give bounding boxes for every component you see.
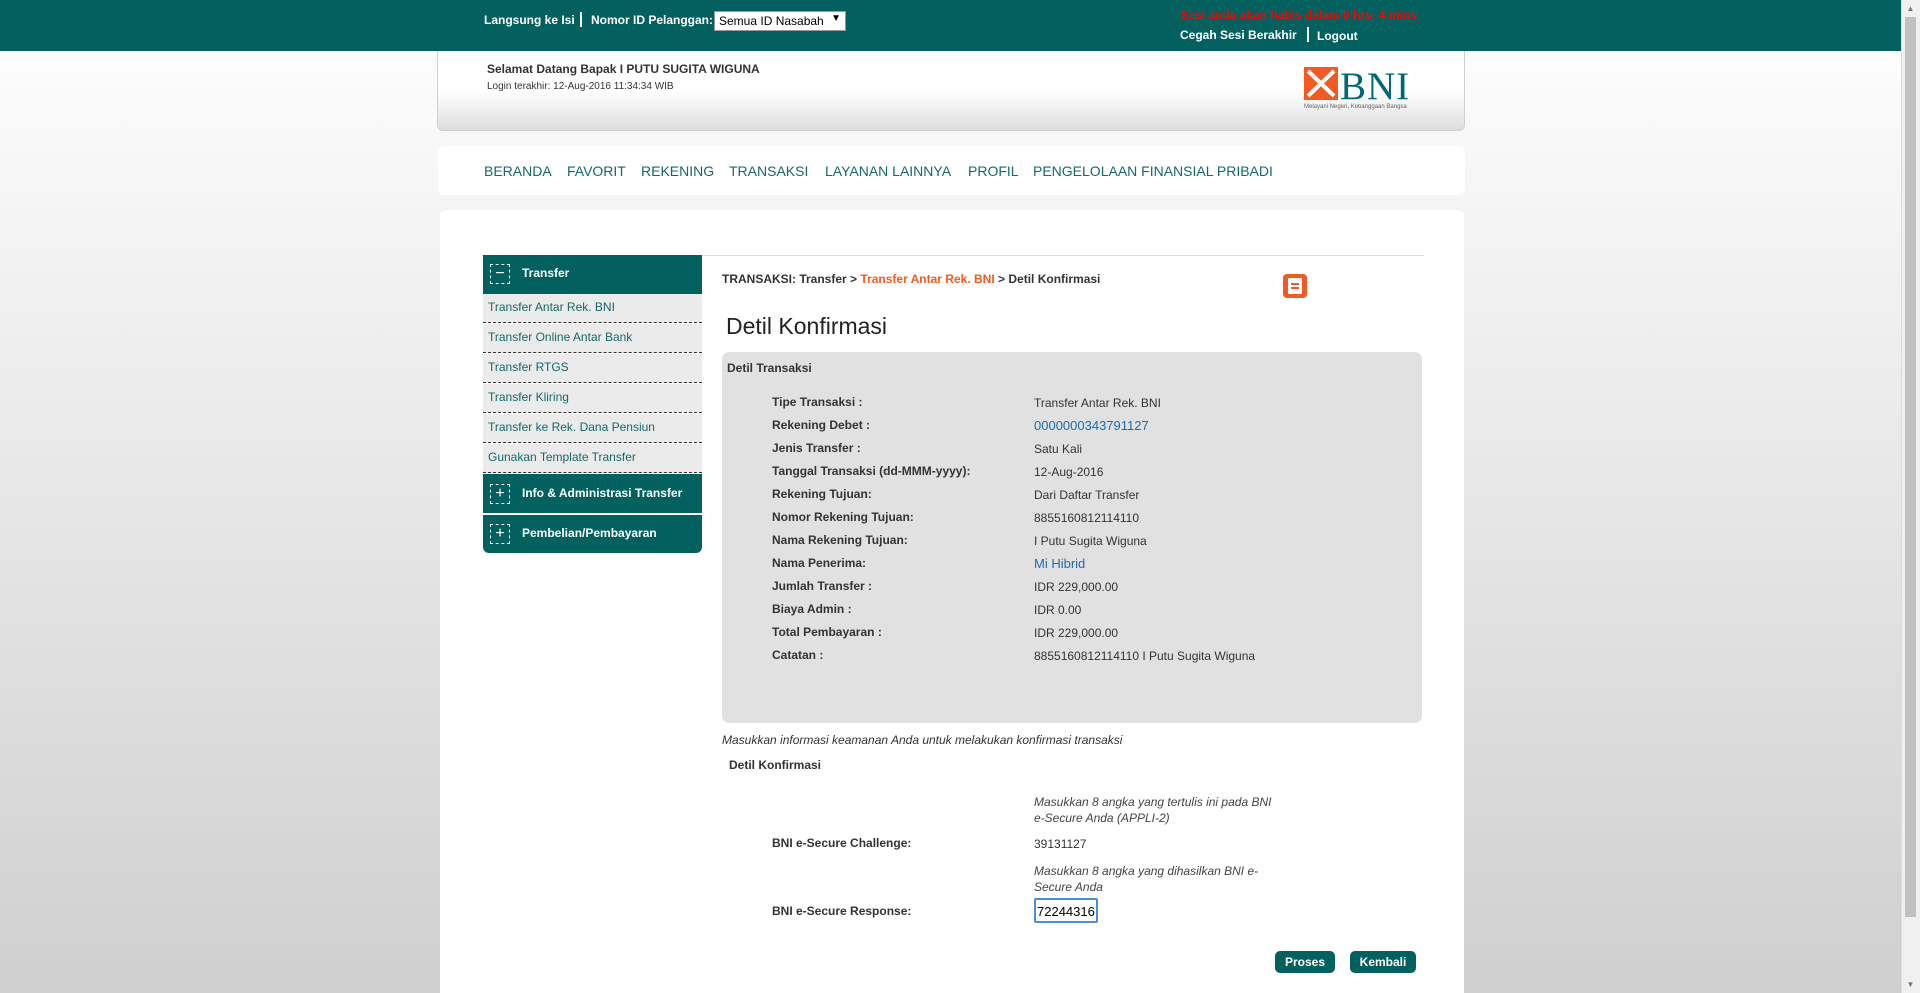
breadcrumb-transfer-antar-rek[interactable]: Transfer Antar Rek. BNI (860, 272, 994, 286)
main-content-card: − Transfer Transfer Antar Rek. BNI Trans… (440, 210, 1464, 993)
value-jumlah-transfer: IDR 229,000.00 (1034, 580, 1119, 594)
label-jumlah-transfer: Jumlah Transfer : (772, 579, 873, 593)
divider (580, 12, 582, 27)
security-section-title: Detil Konfirmasi (729, 758, 822, 772)
scroll-up-arrow-icon[interactable]: ▲ (1902, 0, 1919, 17)
print-line (1291, 287, 1299, 289)
main-nav: BERANDA FAVORIT REKENING TRANSAKSI LAYAN… (438, 146, 1465, 195)
breadcrumb-current: Detil Konfirmasi (1008, 272, 1101, 286)
value-nama-rekening-tujuan: I Putu Sugita Wiguna (1034, 534, 1147, 548)
label-tanggal-transaksi: Tanggal Transaksi (dd-MMM-yyyy): (772, 464, 971, 478)
scrollbar-thumb[interactable] (1905, 17, 1916, 917)
last-login-text: Login terakhir: 12-Aug-2016 11:34:34 WIB (487, 81, 674, 92)
label-tipe-transaksi: Tipe Transaksi : (772, 395, 863, 409)
plus-box-icon: + (490, 484, 510, 504)
nav-profil[interactable]: PROFIL (968, 163, 1019, 179)
nav-pengelolaan-finansial[interactable]: PENGELOLAAN FINANSIAL PRIBADI (1033, 163, 1273, 179)
dropdown-arrow-icon: ▼ (831, 13, 841, 24)
logout-link[interactable]: Logout (1317, 29, 1358, 43)
customer-id-label: Nomor ID Pelanggan: (591, 13, 714, 27)
value-catatan: 8855160812114110 I Putu Sugita Wiguna (1034, 649, 1256, 663)
sidebar-item-transfer-rtgs[interactable]: Transfer RTGS (483, 354, 702, 383)
top-bar: Langsung ke Isi Nomor ID Pelanggan: Semu… (0, 0, 1902, 51)
value-biaya-admin: IDR 0.00 (1034, 603, 1082, 617)
value-rekening-debet-link[interactable]: 0000000343791127 (1034, 418, 1149, 433)
print-icon[interactable] (1283, 274, 1307, 298)
nav-favorit[interactable]: FAVORIT (567, 163, 626, 179)
value-total-pembayaran: IDR 229,000.00 (1034, 626, 1119, 640)
label-rekening-tujuan: Rekening Tujuan: (772, 487, 872, 501)
response-hint: Masukkan 8 angka yang dihasilkan BNI e-S… (1034, 864, 1259, 894)
kembali-button[interactable]: Kembali (1350, 951, 1416, 973)
welcome-text: Selamat Datang Bapak I PUTU SUGITA WIGUN… (487, 62, 760, 76)
customer-id-selected: Semua ID Nasabah (719, 14, 824, 28)
value-nomor-rekening-tujuan: 8855160812114110 (1034, 511, 1139, 525)
value-tanggal-transaksi: 12-Aug-2016 (1034, 465, 1104, 479)
sidebar-info-admin-header[interactable]: + Info & Administrasi Transfer (483, 474, 702, 513)
header-card: Selamat Datang Bapak I PUTU SUGITA WIGUN… (437, 51, 1465, 131)
prevent-session-end-link[interactable]: Cegah Sesi Berakhir (1180, 28, 1297, 42)
bni-logo-tagline: Melayani Negeri, Kebanggaan Bangsa (1304, 104, 1407, 110)
label-response: BNI e-Secure Response: (772, 904, 912, 918)
print-line (1291, 283, 1299, 285)
quick-fill-link[interactable]: Langsung ke Isi (484, 13, 575, 27)
bni-logo-text: BNI (1340, 65, 1411, 108)
label-total-pembayaran: Total Pembayaran : (772, 625, 882, 639)
value-challenge: 39131127 (1034, 837, 1087, 851)
customer-id-select[interactable]: Semua ID Nasabah ▼ (714, 11, 846, 31)
sidebar-item-transfer-kliring[interactable]: Transfer Kliring (483, 384, 702, 413)
label-biaya-admin: Biaya Admin : (772, 602, 852, 616)
label-nama-rekening-tujuan: Nama Rekening Tujuan: (772, 533, 908, 547)
value-jenis-transfer: Satu Kali (1034, 442, 1083, 456)
challenge-hint: Masukkan 8 angka yang tertulis ini pada … (1034, 795, 1272, 825)
value-nama-penerima-link[interactable]: Mi Hibrid (1034, 556, 1085, 571)
sidebar-purchase-header[interactable]: + Pembelian/Pembayaran (483, 515, 702, 553)
scroll-down-arrow-icon[interactable]: ▼ (1902, 976, 1919, 993)
sidebar-item-transfer-antar-rek-bni[interactable]: Transfer Antar Rek. BNI (483, 294, 702, 323)
label-challenge: BNI e-Secure Challenge: (772, 836, 912, 850)
security-note: Masukkan informasi keamanan Anda untuk m… (722, 733, 1123, 747)
page-title: Detil Konfirmasi (726, 313, 888, 339)
label-nomor-rekening-tujuan: Nomor Rekening Tujuan: (772, 510, 914, 524)
breadcrumb-transaksi: TRANSAKSI: Transfer (722, 272, 847, 286)
minus-box-icon: − (490, 264, 510, 284)
label-catatan: Catatan : (772, 648, 824, 662)
nav-layanan-lainnya[interactable]: LAYANAN LAINNYA (825, 163, 951, 179)
sidebar-item-transfer-online-antar-bank[interactable]: Transfer Online Antar Bank (483, 324, 702, 353)
label-nama-penerima: Nama Penerima: (772, 556, 867, 570)
breadcrumb: TRANSAKSI: Transfer > Transfer Antar Rek… (722, 272, 1100, 286)
value-tipe-transaksi: Transfer Antar Rek. BNI (1034, 396, 1161, 410)
print-paper (1288, 278, 1302, 294)
divider (1307, 27, 1309, 42)
bni-logo: BNI Melayani Negeri, Kebanggaan Bangsa (1304, 65, 1409, 115)
nav-rekening[interactable]: REKENING (641, 163, 714, 179)
bni-logo-mark-icon (1304, 67, 1338, 100)
page-scrollbar[interactable]: ▲ ▼ (1901, 0, 1920, 993)
label-jenis-transfer: Jenis Transfer : (772, 441, 861, 455)
plus-box-icon: + (490, 524, 510, 544)
detail-panel-title: Detil Transaksi (727, 361, 812, 375)
nav-beranda[interactable]: BERANDA (484, 163, 552, 179)
breadcrumb-separator: > (850, 272, 858, 286)
response-input[interactable]: 72244316 (1034, 898, 1098, 923)
breadcrumb-separator: > (998, 272, 1006, 286)
value-rekening-tujuan: Dari Daftar Transfer (1034, 488, 1140, 502)
sidebar-transfer-header[interactable]: − Transfer (483, 255, 702, 294)
session-warning: Sesi anda akan habis dalam 0 hrs: 4 mins (1180, 8, 1417, 22)
label-rekening-debet: Rekening Debet : (772, 418, 871, 432)
nav-transaksi[interactable]: TRANSAKSI (729, 163, 808, 179)
proses-button[interactable]: Proses (1275, 951, 1335, 973)
sidebar-item-transfer-dana-pensiun[interactable]: Transfer ke Rek. Dana Pensiun (483, 414, 702, 443)
sidebar-item-gunakan-template[interactable]: Gunakan Template Transfer (483, 444, 702, 473)
